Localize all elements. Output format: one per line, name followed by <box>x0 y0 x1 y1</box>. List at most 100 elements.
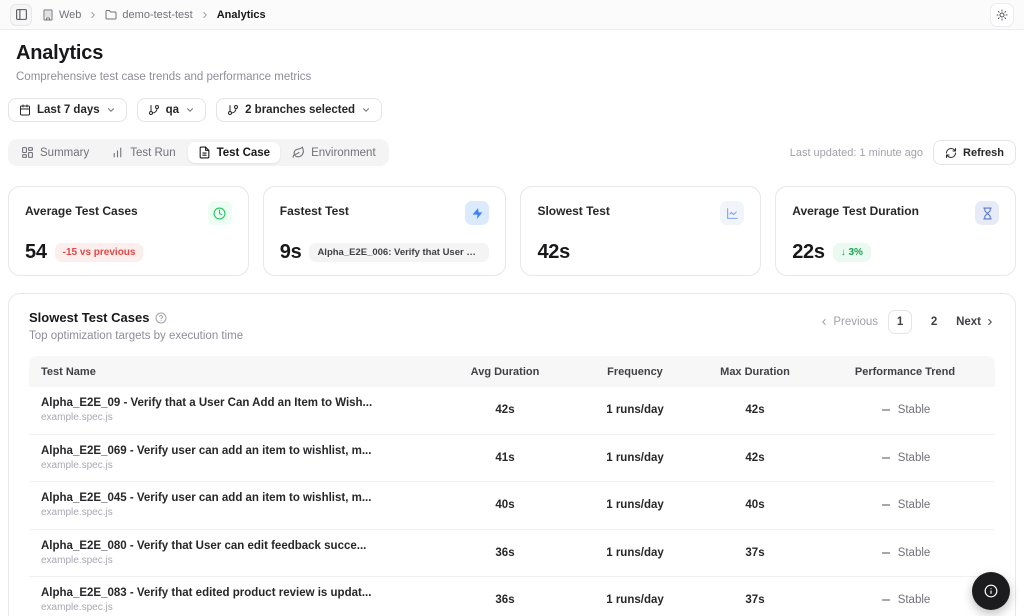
breadcrumb-item-project[interactable]: demo-test-test <box>105 9 193 21</box>
test-file: example.spec.js <box>41 412 113 424</box>
stat-card-fastest-test: Fastest Test 9s Alpha_E2E_006: Verify th… <box>262 186 507 276</box>
git-branch-icon <box>148 105 159 115</box>
page-header: Analytics Comprehensive test case trends… <box>8 30 1016 83</box>
delta-badge: ↓ 3% <box>832 243 871 262</box>
table-row[interactable]: Alpha_E2E_069 - Verify user can add an i… <box>29 435 995 482</box>
breadcrumb-item-web[interactable]: Web <box>42 9 81 21</box>
refresh-icon <box>946 147 957 158</box>
page-subtitle: Comprehensive test case trends and perfo… <box>16 71 312 83</box>
test-name: Alpha_E2E_083 - Verify that edited produ… <box>41 587 372 600</box>
chevron-down-icon <box>106 105 116 115</box>
test-name-badge: Alpha_E2E_006: Verify that User Can Upd.… <box>309 243 490 262</box>
table-header-row: Test Name Avg Duration Frequency Max Dur… <box>29 356 995 387</box>
minus-stable-icon <box>881 457 890 459</box>
section-subtitle: Top optimization targets by execution ti… <box>29 330 244 342</box>
theme-toggle-button[interactable] <box>990 2 1014 27</box>
top-bar: Web demo-test-test Analytics <box>0 0 1024 30</box>
table-row[interactable]: Alpha_E2E_09 - Verify that a User Can Ad… <box>29 387 995 435</box>
branches-dropdown[interactable]: 2 branches selected <box>216 98 383 122</box>
column-avg-duration: Avg Duration <box>470 365 540 378</box>
panel-left-icon <box>15 9 27 20</box>
page-1-button[interactable]: 1 <box>888 310 913 334</box>
file-text-icon <box>199 146 209 159</box>
stat-card-average-test-duration: Average Test Duration 22s ↓ 3% <box>775 186 1016 276</box>
max-duration-value: 40s <box>745 499 765 512</box>
previous-page-button[interactable]: Previous <box>819 316 878 328</box>
frequency-value: 1 runs/day <box>606 404 664 417</box>
test-name: Alpha_E2E_09 - Verify that a User Can Ad… <box>41 397 373 410</box>
next-page-button[interactable]: Next <box>956 316 995 328</box>
avg-duration-value: 36s <box>495 546 515 559</box>
tab-test-case[interactable]: Test Case <box>187 142 281 163</box>
filter-bar: Last 7 days qa 2 branches selected <box>8 98 1016 122</box>
table-row[interactable]: Alpha_E2E_045 - Verify user can add an i… <box>29 482 995 530</box>
chevron-right-icon <box>88 10 98 20</box>
stat-cards: Average Test Cases 54 -15 vs previous Fa… <box>8 186 1016 276</box>
column-frequency: Frequency <box>607 365 663 378</box>
git-branch-icon <box>228 105 239 115</box>
minus-stable-icon <box>881 504 890 506</box>
column-performance-trend: Performance Trend <box>854 365 956 378</box>
building-icon <box>43 9 53 20</box>
tab-summary[interactable]: Summary <box>11 142 99 163</box>
hourglass-icon <box>975 201 999 225</box>
performance-trend-value: Stable <box>815 547 995 559</box>
max-duration-value: 37s <box>745 594 765 607</box>
sun-icon <box>996 9 1008 20</box>
column-test-name: Test Name <box>41 365 96 378</box>
frequency-value: 1 runs/day <box>606 499 664 512</box>
table-row[interactable]: Alpha_E2E_083 - Verify that edited produ… <box>29 577 995 616</box>
slowest-test-cases-section: Slowest Test Cases Top optimization targ… <box>8 293 1016 616</box>
date-range-dropdown[interactable]: Last 7 days <box>8 98 127 122</box>
column-max-duration: Max Duration <box>720 365 790 378</box>
frequency-value: 1 runs/day <box>606 594 664 607</box>
performance-trend-value: Stable <box>815 499 995 511</box>
help-circle-icon[interactable] <box>155 312 167 324</box>
environment-dropdown[interactable]: qa <box>136 98 207 122</box>
stat-value: 42s <box>537 241 570 263</box>
last-updated-text: Last updated: 1 minute ago <box>789 146 924 159</box>
zap-icon <box>465 201 490 225</box>
bar-chart-icon <box>113 147 122 158</box>
clock-icon <box>207 201 232 225</box>
stat-value: 54 <box>25 241 47 263</box>
minus-stable-icon <box>881 599 890 601</box>
tab-environment[interactable]: Environment <box>282 142 386 163</box>
max-duration-value: 37s <box>745 546 765 559</box>
tab-test-run[interactable]: Test Run <box>101 142 185 163</box>
chevron-right-icon <box>200 10 210 20</box>
section-title: Slowest Test Cases <box>29 310 150 325</box>
test-name: Alpha_E2E_069 - Verify user can add an i… <box>41 444 372 457</box>
chevron-right-icon <box>988 318 992 326</box>
stat-card-slowest-test: Slowest Test 42s <box>520 186 762 276</box>
page-2-button[interactable]: 2 <box>922 310 946 334</box>
avg-duration-value: 36s <box>495 594 515 607</box>
minus-stable-icon <box>881 409 890 411</box>
chevron-down-icon <box>361 105 371 115</box>
stat-card-average-test-cases: Average Test Cases 54 -15 vs previous <box>8 186 249 276</box>
refresh-button[interactable]: Refresh <box>933 140 1016 165</box>
breadcrumb: Web demo-test-test Analytics <box>42 9 266 21</box>
breadcrumb-item-analytics[interactable]: Analytics <box>217 9 266 21</box>
stat-value: 9s <box>279 241 302 263</box>
frequency-value: 1 runs/day <box>606 451 664 464</box>
calendar-icon <box>20 104 30 116</box>
test-file: example.spec.js <box>41 459 113 471</box>
performance-trend-value: Stable <box>815 452 995 464</box>
performance-trend-value: Stable <box>815 594 995 606</box>
sidebar-toggle-button[interactable] <box>10 3 32 26</box>
table-row[interactable]: Alpha_E2E_080 - Verify that User can edi… <box>29 530 995 577</box>
test-file: example.spec.js <box>41 554 113 566</box>
stat-value: 22s <box>792 241 825 263</box>
pagination: Previous 1 2 Next <box>819 310 995 334</box>
avg-duration-value: 42s <box>495 404 515 417</box>
delta-badge: -15 vs previous <box>54 243 144 262</box>
avg-duration-value: 41s <box>495 451 515 464</box>
max-duration-value: 42s <box>745 451 765 464</box>
avg-duration-value: 40s <box>495 499 515 512</box>
performance-trend-value: Stable <box>815 404 995 416</box>
minus-stable-icon <box>881 552 890 554</box>
max-duration-value: 42s <box>745 404 765 417</box>
frequency-value: 1 runs/day <box>606 546 664 559</box>
info-fab-button[interactable] <box>972 572 1010 610</box>
